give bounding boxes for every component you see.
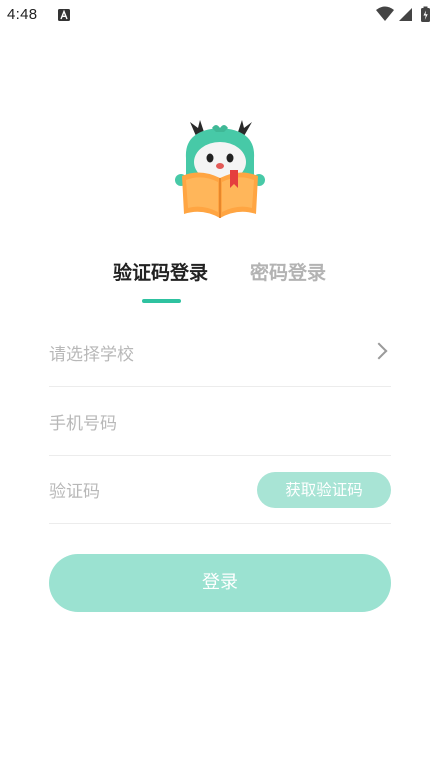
verification-code-field: 验证码 获取验证码 — [49, 455, 391, 524]
verification-code-input[interactable]: 验证码 — [49, 477, 100, 502]
tab-sms-code-login[interactable]: 验证码登录 — [113, 258, 208, 285]
school-select[interactable]: 请选择学校 — [49, 318, 391, 387]
battery-charging-icon — [421, 6, 430, 22]
app-a-icon — [58, 9, 70, 21]
signal-icon — [399, 8, 412, 21]
login-button[interactable]: 登录 — [49, 554, 391, 612]
school-select-placeholder: 请选择学校 — [49, 345, 134, 365]
phone-number-placeholder: 手机号码 — [49, 414, 117, 434]
chevron-right-icon — [370, 342, 388, 360]
status-time: 4:48 — [7, 6, 38, 23]
phone-number-input[interactable]: 手机号码 — [49, 387, 391, 456]
active-tab-indicator — [142, 299, 181, 303]
mascot-logo — [175, 120, 265, 218]
tab-password-login[interactable]: 密码登录 — [250, 258, 326, 285]
wifi-icon — [376, 6, 394, 21]
login-tabs: 验证码登录 密码登录 — [0, 258, 441, 308]
status-icons — [376, 6, 430, 22]
status-bar: 4:48 — [0, 0, 441, 30]
get-verification-code-button[interactable]: 获取验证码 — [257, 472, 391, 508]
